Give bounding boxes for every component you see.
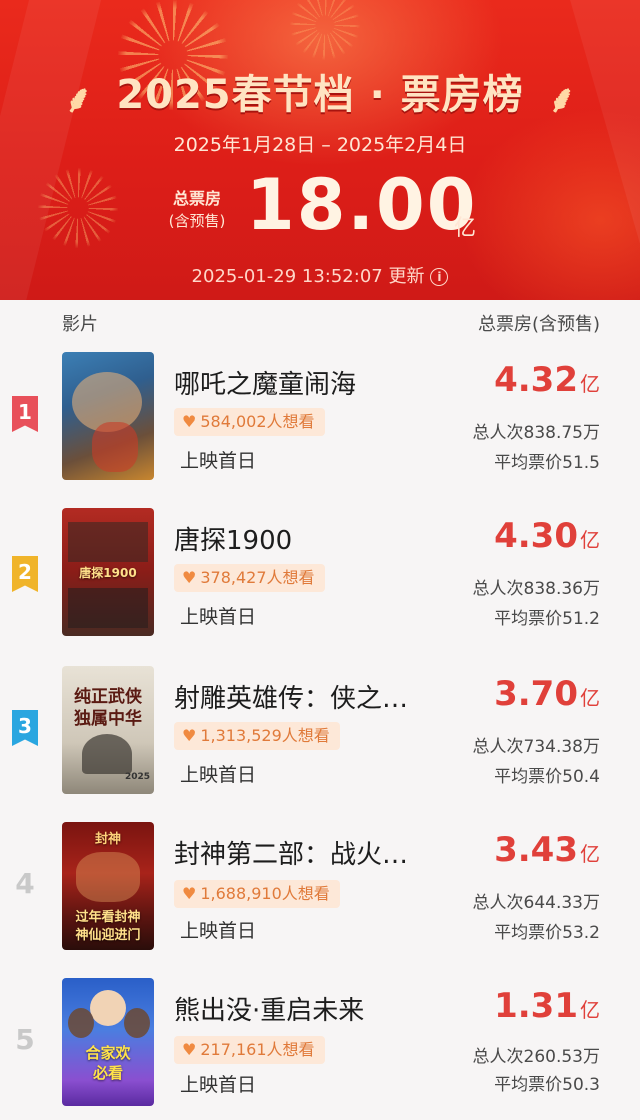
gross-value: 1.31 亿 bbox=[494, 986, 600, 1026]
movie-title[interactable]: 射雕英雄传：侠之… bbox=[174, 678, 408, 715]
heart-icon: ♥ bbox=[182, 412, 197, 431]
want-to-see-badge: ♥ 1,313,529人想看 bbox=[174, 722, 340, 750]
release-status: 上映首日 bbox=[180, 606, 257, 628]
header-banner: ⸙ ⸙ 2025春节档 · 票房榜 2025年1月28日 – 2025年2月4日… bbox=[0, 0, 640, 300]
release-status: 上映首日 bbox=[180, 764, 257, 786]
heart-icon: ♥ bbox=[182, 884, 197, 903]
gross-value: 3.43 亿 bbox=[494, 830, 600, 870]
rank-number: 5 bbox=[15, 1023, 35, 1056]
release-status: 上映首日 bbox=[180, 1074, 257, 1096]
movie-row[interactable]: 5 合家欢 必看 熊出没·重启未来 ♥ 217,161人想看 上映首日 1.31 亿… bbox=[0, 964, 640, 1120]
total-label: 总票房 (含预售) bbox=[168, 189, 226, 230]
total-value: 18.00 bbox=[246, 164, 478, 246]
column-box-office: 总票房(含预售) bbox=[477, 314, 600, 335]
date-range: 2025年1月28日 – 2025年2月4日 bbox=[173, 134, 467, 156]
admissions: 总人次644.33万 bbox=[472, 893, 600, 913]
avg-price: 平均票价50.3 bbox=[494, 1075, 600, 1095]
movie-poster[interactable]: 合家欢 必看 bbox=[62, 978, 154, 1106]
movie-title[interactable]: 熊出没·重启未来 bbox=[174, 990, 364, 1027]
avg-price: 平均票价53.2 bbox=[494, 923, 600, 943]
movie-row[interactable]: 2 唐探1900 唐探1900 ♥ 378,427人想看 上映首日 4.30 亿 总… bbox=[0, 496, 640, 652]
movie-title[interactable]: 封神第二部：战火… bbox=[174, 834, 408, 871]
rank-number: 4 bbox=[15, 867, 35, 900]
admissions: 总人次734.38万 bbox=[472, 737, 600, 757]
gross-value: 3.70 亿 bbox=[494, 674, 600, 714]
rank-badge: 2 bbox=[12, 556, 38, 592]
want-to-see-badge: ♥ 584,002人想看 bbox=[174, 408, 325, 436]
update-time: 2025-01-29 13:52:07 更新 i bbox=[0, 262, 640, 288]
rank-badge: 3 bbox=[12, 710, 38, 746]
movie-row[interactable]: 3 纯正武侠 独属中华 2025 射雕英雄传：侠之… ♥ 1,313,529人想看… bbox=[0, 652, 640, 808]
release-status: 上映首日 bbox=[180, 920, 257, 942]
heart-icon: ♥ bbox=[182, 726, 197, 745]
admissions: 总人次838.36万 bbox=[472, 579, 600, 599]
want-to-see-badge: ♥ 378,427人想看 bbox=[174, 564, 325, 592]
list-column-header: 影片 总票房(含预售) bbox=[0, 300, 640, 340]
avg-price: 平均票价50.4 bbox=[494, 767, 600, 787]
gross-value: 4.30 亿 bbox=[494, 516, 600, 556]
page-title: 2025春节档 · 票房榜 bbox=[116, 72, 524, 118]
info-icon[interactable]: i bbox=[430, 268, 449, 286]
movie-title[interactable]: 哪吒之魔童闹海 bbox=[174, 364, 356, 401]
movie-poster[interactable]: 纯正武侠 独属中华 2025 bbox=[62, 666, 154, 794]
want-to-see-badge: ♥ 1,688,910人想看 bbox=[174, 880, 340, 908]
movie-poster[interactable]: 唐探1900 bbox=[62, 508, 154, 636]
movie-row[interactable]: 4 封神 过年看封神 神仙迎进门 封神第二部：战火… ♥ 1,688,910人想看… bbox=[0, 808, 640, 964]
gross-value: 4.32 亿 bbox=[494, 360, 600, 400]
rank-badge: 1 bbox=[12, 396, 38, 432]
avg-price: 平均票价51.5 bbox=[494, 453, 600, 473]
movie-poster[interactable]: 封神 过年看封神 神仙迎进门 bbox=[62, 822, 154, 950]
admissions: 总人次838.75万 bbox=[472, 423, 600, 443]
admissions: 总人次260.53万 bbox=[472, 1047, 600, 1067]
avg-price: 平均票价51.2 bbox=[494, 609, 600, 629]
release-status: 上映首日 bbox=[180, 450, 257, 472]
movie-title[interactable]: 唐探1900 bbox=[174, 520, 292, 557]
heart-icon: ♥ bbox=[182, 568, 197, 587]
want-to-see-badge: ♥ 217,161人想看 bbox=[174, 1036, 325, 1064]
column-film: 影片 bbox=[62, 314, 98, 335]
firework-decoration bbox=[290, 0, 360, 60]
movie-row[interactable]: 1 哪吒之魔童闹海 ♥ 584,002人想看 上映首日 4.32 亿 总人次838.… bbox=[0, 340, 640, 496]
total-box-office: 总票房 (含预售) 18.00 亿 bbox=[0, 164, 640, 246]
heart-icon: ♥ bbox=[182, 1040, 197, 1059]
total-unit: 亿 bbox=[454, 216, 477, 241]
movie-poster[interactable] bbox=[62, 352, 154, 480]
